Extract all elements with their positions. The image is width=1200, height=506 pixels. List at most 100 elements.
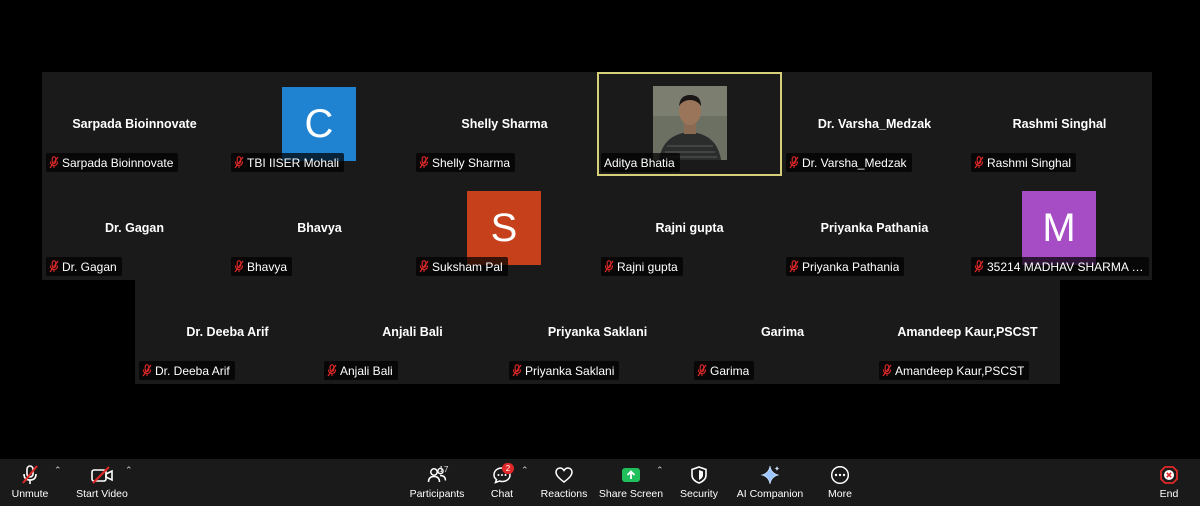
participants-count: 17 bbox=[439, 464, 449, 474]
chat-unread-badge: 2 bbox=[502, 463, 514, 474]
start-video-label: Start Video bbox=[76, 488, 128, 500]
security-label: Security bbox=[680, 488, 718, 500]
participant-name-label: Shelly Sharma bbox=[432, 155, 511, 170]
participant-name-label: Anjali Bali bbox=[340, 363, 393, 378]
video-feed bbox=[653, 86, 727, 160]
participant-tile[interactable]: Aditya Bhatia bbox=[597, 72, 782, 176]
participant-name-tag: Garima bbox=[694, 361, 755, 380]
participant-tile[interactable]: C TBI IISER Mohali bbox=[227, 72, 412, 176]
shield-icon bbox=[690, 462, 708, 488]
participant-name-label: Dr. Gagan bbox=[62, 259, 117, 274]
participant-name-label: Priyanka Pathania bbox=[802, 259, 900, 274]
end-label: End bbox=[1159, 488, 1179, 500]
participant-tile[interactable]: Sarpada Bioinnovate Sarpada Bioinnovate bbox=[42, 72, 227, 176]
participant-tile[interactable]: M 35214 MADHAV SHARMA --... bbox=[967, 176, 1152, 280]
participant-name-tag: Priyanka Saklani bbox=[509, 361, 620, 380]
end-meeting-button[interactable]: End bbox=[1156, 462, 1182, 504]
participant-tile[interactable]: Rashmi Singhal Rashmi Singhal bbox=[967, 72, 1152, 176]
mic-muted-icon bbox=[789, 260, 799, 273]
video-options-caret[interactable]: ⌃ bbox=[125, 465, 133, 476]
chat-button[interactable]: 2 Chat bbox=[488, 462, 516, 504]
participants-label: Participants bbox=[409, 488, 465, 500]
participant-name-tag: Amandeep Kaur,PSCST bbox=[879, 361, 1030, 380]
mic-muted-icon bbox=[789, 156, 799, 169]
participant-name-label: Garima bbox=[710, 363, 750, 378]
audio-options-caret[interactable]: ⌃ bbox=[54, 465, 62, 476]
mic-muted-icon bbox=[142, 364, 152, 377]
reactions-button[interactable]: Reactions bbox=[541, 462, 587, 504]
share-screen-icon bbox=[621, 462, 641, 488]
participant-display-name: Shelly Sharma bbox=[461, 117, 548, 131]
ai-companion-button[interactable]: AI Companion bbox=[737, 462, 803, 504]
participant-display-name: Dr. Deeba Arif bbox=[186, 325, 269, 339]
start-video-button[interactable]: Start Video bbox=[76, 462, 128, 504]
avatar: S bbox=[467, 191, 541, 265]
participants-icon: 17 bbox=[417, 462, 457, 488]
participant-tile[interactable]: S Suksham Pal bbox=[412, 176, 597, 280]
participant-tile[interactable]: Rajni gupta Rajni gupta bbox=[597, 176, 782, 280]
participant-name-label: Bhavya bbox=[247, 259, 288, 274]
more-label: More bbox=[828, 488, 852, 500]
mic-muted-icon bbox=[327, 364, 337, 377]
more-button[interactable]: More bbox=[826, 462, 854, 504]
participant-name-tag: Dr. Deeba Arif bbox=[139, 361, 235, 380]
participant-tile[interactable]: Dr. Gagan Dr. Gagan bbox=[42, 176, 227, 280]
participant-display-name: Garima bbox=[760, 325, 805, 339]
mic-muted-icon bbox=[604, 260, 614, 273]
participant-display-name: Dr. Gagan bbox=[104, 221, 165, 235]
participant-tile[interactable]: Dr. Deeba Arif Dr. Deeba Arif bbox=[135, 280, 320, 384]
mic-muted-icon bbox=[512, 364, 522, 377]
participant-name-label: Rashmi Singhal bbox=[987, 155, 1072, 170]
share-screen-button[interactable]: Share Screen bbox=[599, 462, 663, 504]
unmute-label: Unmute bbox=[11, 488, 49, 500]
mic-muted-icon bbox=[974, 156, 984, 169]
mic-muted-icon bbox=[49, 156, 59, 169]
participant-tile[interactable]: Bhavya Bhavya bbox=[227, 176, 412, 280]
participant-name-tag: TBI IISER Mohali bbox=[231, 153, 345, 172]
participant-name-tag: Shelly Sharma bbox=[416, 153, 516, 172]
participant-name-tag: Dr. Varsha_Medzak bbox=[786, 153, 912, 172]
participant-tile[interactable]: Priyanka Pathania Priyanka Pathania bbox=[782, 176, 967, 280]
share-options-caret[interactable]: ⌃ bbox=[656, 465, 664, 476]
participant-display-name: Priyanka Saklani bbox=[547, 325, 648, 339]
participant-display-name: Rashmi Singhal bbox=[1012, 117, 1107, 131]
security-button[interactable]: Security bbox=[680, 462, 718, 504]
meeting-toolbar: Unmute ⌃ Start Video ⌃ 17 Participants 2… bbox=[0, 459, 1200, 506]
participant-name-label: Dr. Varsha_Medzak bbox=[802, 155, 907, 170]
participant-tile[interactable]: Anjali Bali Anjali Bali bbox=[320, 280, 505, 384]
participant-display-name: Sarpada Bioinnovate bbox=[72, 117, 197, 131]
avatar: M bbox=[1022, 191, 1096, 265]
participant-name-label: Aditya Bhatia bbox=[604, 155, 675, 170]
end-icon bbox=[1159, 462, 1179, 488]
heart-icon bbox=[554, 462, 574, 488]
participant-tile[interactable]: Shelly Sharma Shelly Sharma bbox=[412, 72, 597, 176]
video-off-icon bbox=[90, 462, 114, 488]
participant-display-name: Bhavya bbox=[297, 221, 342, 235]
mic-muted-icon bbox=[974, 260, 984, 273]
chat-options-caret[interactable]: ⌃ bbox=[521, 465, 529, 476]
participant-name-tag: Rashmi Singhal bbox=[971, 153, 1077, 172]
participant-tile[interactable]: Dr. Varsha_Medzak Dr. Varsha_Medzak bbox=[782, 72, 967, 176]
participant-tile[interactable]: Garima Garima bbox=[690, 280, 875, 384]
participants-button[interactable]: 17 Participants bbox=[409, 462, 465, 504]
participant-name-tag: Anjali Bali bbox=[324, 361, 398, 380]
participant-name-label: 35214 MADHAV SHARMA --... bbox=[987, 259, 1144, 274]
participant-name-tag: Bhavya bbox=[231, 257, 293, 276]
participant-tile[interactable]: Priyanka Saklani Priyanka Saklani bbox=[505, 280, 690, 384]
mic-muted-icon bbox=[49, 260, 59, 273]
participant-display-name: Rajni gupta bbox=[655, 221, 724, 235]
more-icon bbox=[830, 462, 850, 488]
unmute-button[interactable]: Unmute bbox=[8, 462, 52, 504]
participant-tile[interactable]: Amandeep Kaur,PSCST Amandeep Kaur,PSCST bbox=[875, 280, 1060, 384]
participant-name-tag: Aditya Bhatia bbox=[601, 153, 680, 172]
mic-muted-icon bbox=[419, 260, 429, 273]
mic-muted-icon bbox=[882, 364, 892, 377]
participant-display-name: Dr. Varsha_Medzak bbox=[817, 117, 932, 131]
mic-muted-icon bbox=[234, 156, 244, 169]
microphone-muted-icon bbox=[20, 462, 40, 488]
chat-icon: 2 bbox=[488, 462, 516, 488]
participant-name-label: Dr. Deeba Arif bbox=[155, 363, 230, 378]
chat-label: Chat bbox=[490, 488, 514, 500]
participant-name-tag: Rajni gupta bbox=[601, 257, 683, 276]
participant-name-label: Suksham Pal bbox=[432, 259, 503, 274]
